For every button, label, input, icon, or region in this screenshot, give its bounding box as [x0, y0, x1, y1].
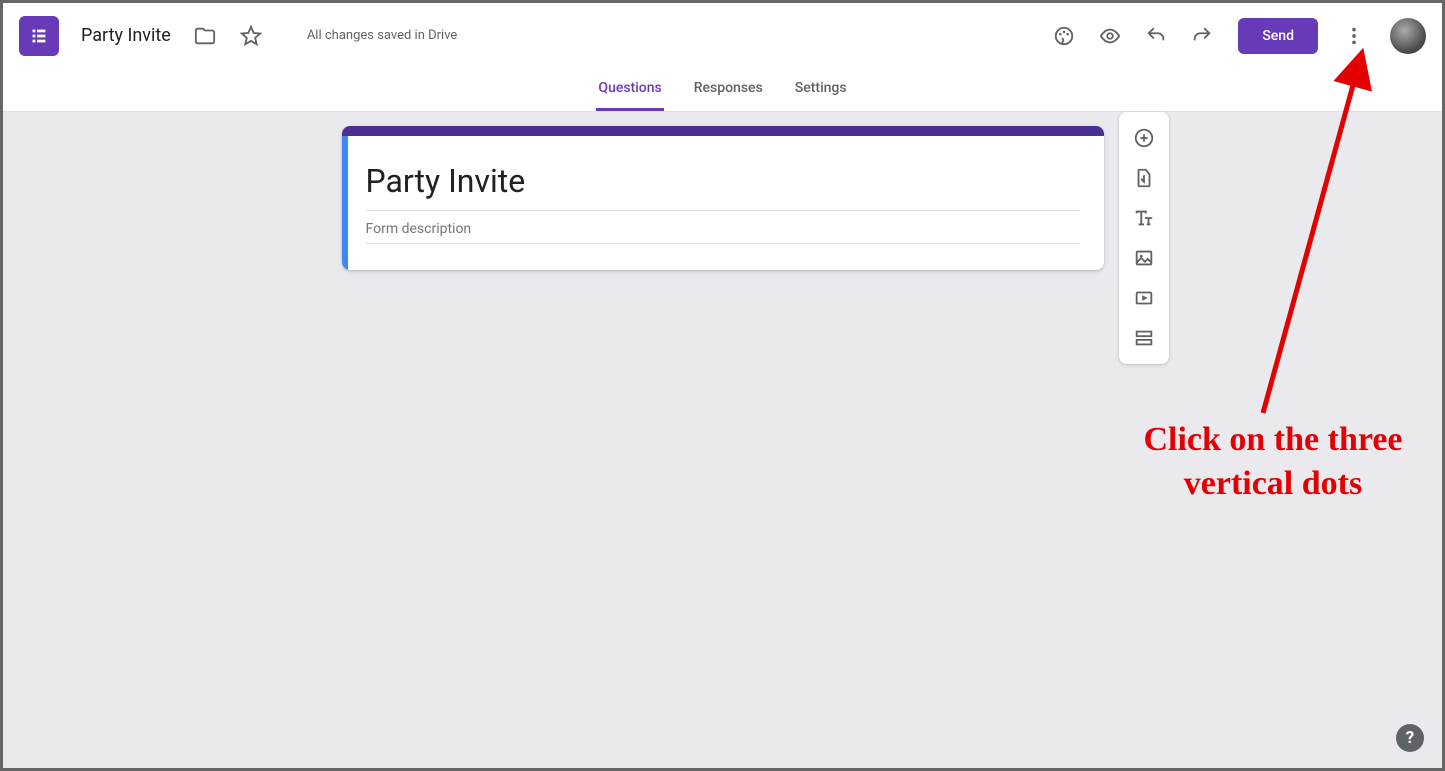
form-title-input[interactable] — [366, 158, 1080, 211]
star-icon[interactable] — [233, 18, 269, 54]
card-active-indicator — [342, 136, 348, 270]
tab-responses[interactable]: Responses — [692, 68, 765, 111]
add-video-icon[interactable] — [1124, 278, 1164, 318]
annotation-text: Click on the three vertical dots — [1123, 418, 1423, 506]
header-bar: Party Invite All changes saved in Drive … — [3, 3, 1442, 68]
import-questions-icon[interactable] — [1124, 158, 1164, 198]
redo-icon[interactable] — [1184, 18, 1220, 54]
add-question-icon[interactable] — [1124, 118, 1164, 158]
tab-settings[interactable]: Settings — [793, 68, 849, 111]
tabs-bar: Questions Responses Settings — [3, 68, 1442, 112]
help-button[interactable]: ? — [1396, 724, 1424, 752]
more-options-icon[interactable] — [1336, 18, 1372, 54]
add-title-icon[interactable] — [1124, 198, 1164, 238]
move-to-folder-icon[interactable] — [187, 18, 223, 54]
account-avatar[interactable] — [1390, 18, 1426, 54]
customize-theme-icon[interactable] — [1046, 18, 1082, 54]
preview-icon[interactable] — [1092, 18, 1128, 54]
form-canvas — [3, 112, 1442, 270]
add-image-icon[interactable] — [1124, 238, 1164, 278]
undo-icon[interactable] — [1138, 18, 1174, 54]
side-toolbar — [1119, 112, 1169, 364]
save-status-text: All changes saved in Drive — [307, 28, 458, 43]
add-section-icon[interactable] — [1124, 318, 1164, 358]
tab-questions[interactable]: Questions — [596, 68, 663, 111]
document-title[interactable]: Party Invite — [75, 21, 177, 50]
form-description-input[interactable] — [366, 211, 1080, 244]
send-button[interactable]: Send — [1238, 18, 1318, 54]
forms-logo[interactable] — [19, 16, 59, 56]
card-accent-bar — [342, 126, 1104, 136]
form-header-card[interactable] — [342, 126, 1104, 270]
